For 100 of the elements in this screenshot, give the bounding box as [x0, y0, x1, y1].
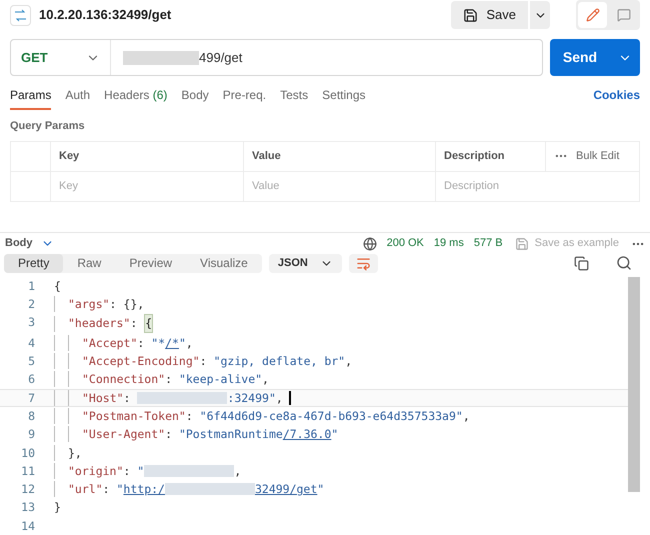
request-tab[interactable]: Body — [181, 86, 209, 110]
json-string: "gzip, deflate, br" — [214, 353, 346, 370]
wrap-button[interactable] — [348, 254, 378, 273]
json-key: "url" — [68, 481, 103, 498]
line-number: 3 — [27, 314, 36, 332]
url-field[interactable]: 499/get — [111, 48, 254, 68]
json-string: " — [137, 462, 144, 480]
request-tab[interactable]: Auth — [65, 86, 90, 110]
json-punctuation: , — [234, 462, 242, 480]
json-punctuation: : {}, — [110, 296, 144, 312]
json-punctuation: : — [137, 334, 146, 352]
copy-icon — [574, 256, 589, 271]
view-tab[interactable]: Visualize — [186, 254, 262, 273]
json-punctuation: : — [130, 315, 138, 332]
scrollbar[interactable] — [628, 276, 640, 492]
json-string: " — [317, 481, 324, 498]
json-punctuation: : — [186, 408, 194, 424]
line-number: 9 — [27, 426, 36, 443]
pencil-icon — [586, 8, 600, 22]
json-link[interactable]: /7.36.0 — [282, 426, 332, 443]
json-key: "User-Agent" — [82, 426, 166, 443]
json-punctuation: , — [345, 353, 352, 370]
json-string: " — [178, 334, 186, 352]
line-number: 1 — [27, 278, 36, 294]
json-punctuation: , — [186, 334, 193, 352]
matched-bracket: { — [144, 314, 154, 333]
json-string: "6f44d6d9-ce8a-467d-b693-e64d357533a9" — [200, 408, 463, 424]
line-number: 10 — [20, 444, 36, 461]
request-tab[interactable]: Settings — [322, 86, 366, 110]
request-title: 10.2.20.136:32499/get — [39, 6, 172, 24]
line-number: 8 — [27, 408, 36, 424]
json-key: "Host" — [82, 390, 124, 406]
json-punctuation: , — [276, 390, 283, 406]
format-select[interactable]: JSON — [268, 254, 342, 273]
globe-icon — [362, 236, 377, 251]
column-header: Description — [436, 142, 546, 170]
column-header: Value — [244, 142, 436, 170]
json-string: "keep-alive" — [178, 371, 262, 388]
json-key: "origin" — [68, 462, 124, 480]
json-punctuation: : — [165, 371, 174, 388]
json-string: " — [331, 426, 338, 443]
method-select[interactable]: GET — [11, 40, 111, 75]
json-key: "headers" — [68, 315, 130, 332]
json-punctuation: : — [165, 426, 174, 443]
json-punctuation: , — [262, 371, 269, 388]
line-number: 14 — [20, 518, 36, 534]
json-punctuation: { — [54, 278, 61, 294]
param-input-field[interactable]: Key — [51, 172, 244, 200]
json-link[interactable]: 32499/get — [254, 481, 318, 498]
section-title: Query Params — [10, 119, 86, 134]
body-dropdown[interactable]: Body — [5, 235, 54, 252]
request-tab[interactable]: Params — [10, 86, 52, 110]
text-cursor — [288, 390, 291, 405]
line-number: 13 — [20, 499, 36, 516]
json-string: :32499" — [227, 390, 276, 406]
time-text: 19 ms — [434, 236, 464, 252]
param-input-field[interactable]: Value — [244, 172, 436, 200]
json-string: "PostmanRuntime — [178, 426, 283, 443]
edit-toggle[interactable] — [578, 2, 607, 28]
json-key: "Postman-Token" — [82, 408, 186, 424]
json-key: "Accept-Encoding" — [82, 353, 200, 370]
json-link[interactable]: http:/ — [123, 481, 165, 498]
json-punctuation: : — [102, 481, 111, 498]
json-punctuation: , — [462, 408, 470, 424]
json-punctuation: : — [200, 353, 208, 370]
json-key: "Connection" — [82, 371, 166, 388]
bulk-edit-button[interactable]: Bulk Edit — [546, 142, 639, 170]
save-icon — [514, 236, 529, 251]
json-punctuation: : — [123, 462, 132, 480]
view-tab[interactable]: Preview — [115, 254, 186, 273]
json-key: "args" — [68, 296, 110, 312]
cookies-link[interactable]: Cookies — [593, 86, 640, 110]
save-dropdown-button[interactable] — [530, 1, 550, 29]
request-tab[interactable]: Headers (6) — [104, 86, 168, 110]
save-icon — [463, 8, 478, 22]
view-tab[interactable]: Pretty — [4, 254, 64, 273]
line-number: 5 — [27, 353, 36, 370]
line-number: 11 — [20, 462, 36, 480]
request-tab[interactable]: Tests — [280, 86, 308, 110]
json-punctuation: } — [54, 499, 61, 516]
comment-icon — [616, 8, 630, 22]
http-icon — [10, 4, 31, 26]
column-header: Key — [51, 142, 244, 170]
view-tab[interactable]: Raw — [63, 254, 116, 273]
url-text: 499/get — [199, 48, 242, 67]
search-icon — [616, 255, 632, 272]
param-input-field[interactable]: Description — [436, 172, 639, 200]
json-link[interactable]: /* — [165, 334, 179, 352]
status-text: 200 OK — [386, 236, 424, 252]
json-string: "* — [151, 334, 166, 352]
json-key: "Accept" — [82, 334, 138, 352]
json-punctuation: : — [124, 390, 132, 406]
line-number: 2 — [27, 296, 36, 312]
json-punctuation: }, — [68, 444, 82, 461]
request-tab[interactable]: Pre-req. — [222, 86, 266, 110]
size-text: 577 B — [474, 236, 503, 252]
json-string: " — [116, 481, 124, 498]
wrap-icon — [356, 256, 371, 271]
save-button[interactable]: Save — [451, 1, 528, 29]
line-number: 4 — [27, 334, 36, 352]
